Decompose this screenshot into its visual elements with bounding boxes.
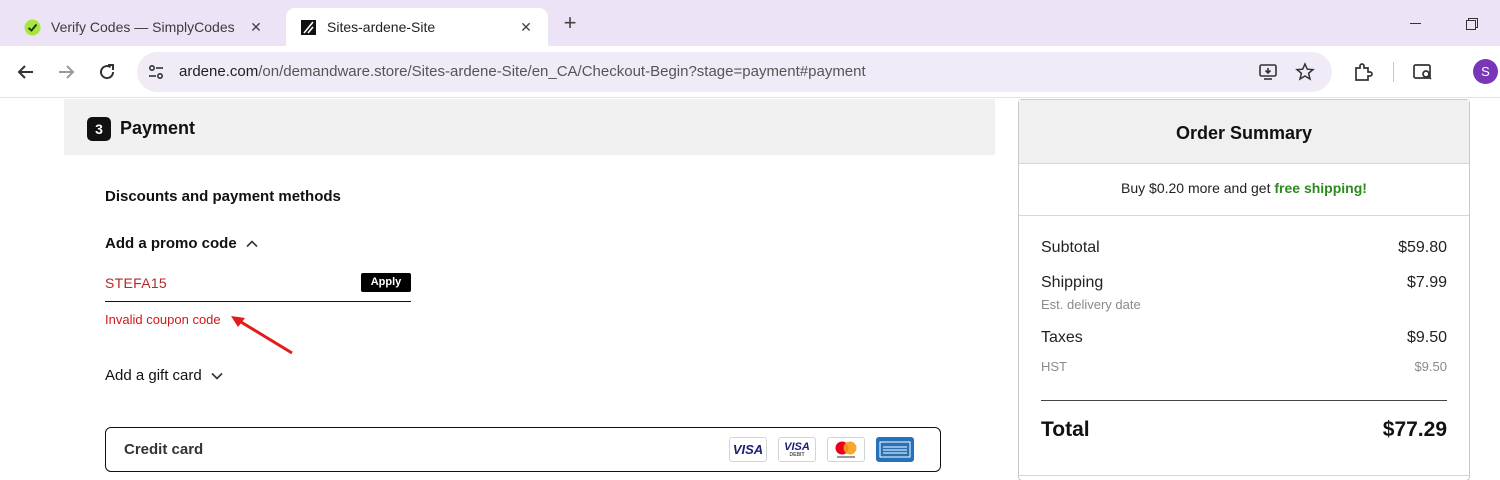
payment-step-header: 3 Payment	[64, 99, 995, 155]
promo-error-message: Invalid coupon code	[105, 312, 221, 327]
order-summary-header: Order Summary	[1019, 100, 1469, 164]
url-text: ardene.com/on/demandware.store/Sites-ard…	[179, 63, 866, 80]
gift-card-toggle[interactable]: Add a gift card	[105, 367, 224, 384]
ardene-icon	[300, 19, 317, 36]
gift-card-label: Add a gift card	[105, 367, 202, 384]
chevron-down-icon	[210, 369, 224, 383]
chevron-up-icon	[245, 237, 259, 251]
url-domain: ardene.com	[179, 63, 259, 80]
browser-tabstrip: Verify Codes — SimplyCodes ✕ Sites-arden…	[0, 0, 1500, 46]
red-arrow-annotation	[231, 316, 293, 355]
amex-logo	[876, 437, 914, 462]
subtotal-label: Subtotal	[1041, 239, 1100, 256]
total-divider	[1041, 400, 1447, 401]
toolbar-divider	[1393, 62, 1394, 82]
promo-code-value[interactable]: STEFA15	[105, 275, 167, 291]
free-shipping-prefix: Buy $0.20 more and get	[1121, 180, 1275, 196]
reload-icon[interactable]	[95, 60, 119, 84]
browser-toolbar: ardene.com/on/demandware.store/Sites-ard…	[0, 46, 1500, 98]
tab-ardene[interactable]: Sites-ardene-Site ✕	[286, 8, 548, 46]
forward-arrow-icon[interactable]	[54, 60, 78, 84]
promo-code-label: Add a promo code	[105, 235, 237, 252]
simplycodes-icon	[24, 19, 41, 36]
tab-title: Sites-ardene-Site	[327, 19, 436, 35]
install-app-icon[interactable]	[1258, 62, 1278, 82]
promo-code-toggle[interactable]: Add a promo code	[105, 235, 259, 252]
shipping-value: $7.99	[1406, 274, 1447, 291]
step-number-badge: 3	[87, 117, 111, 141]
payment-method-label: Credit card	[124, 441, 204, 458]
order-summary-panel: Order Summary Buy $0.20 more and get fre…	[1018, 99, 1470, 480]
apply-promo-button[interactable]: Apply	[361, 273, 411, 292]
step-title: Payment	[120, 118, 196, 138]
close-tab-icon[interactable]: ✕	[248, 19, 264, 35]
site-info-icon[interactable]	[147, 63, 165, 81]
subtotal-value: $59.80	[1398, 239, 1447, 256]
total-value: $77.29	[1382, 418, 1447, 441]
taxes-label: Taxes	[1041, 329, 1083, 346]
shipping-label: Shipping	[1041, 274, 1104, 291]
total-label: Total	[1041, 418, 1090, 441]
visa-logo: VISA	[729, 437, 767, 462]
taxes-value: $9.50	[1406, 329, 1447, 346]
tab-title: Verify Codes — SimplyCodes	[51, 19, 235, 35]
hst-value: $9.50	[1414, 359, 1447, 374]
credit-card-option[interactable]: Credit card VISA VISA DEBIT	[105, 427, 941, 472]
visa-debit-logo: VISA DEBIT	[778, 437, 816, 462]
free-shipping-message: Buy $0.20 more and get free shipping!	[1019, 180, 1469, 196]
visa-debit-sub: DEBIT	[789, 452, 805, 458]
minimize-icon[interactable]	[1404, 12, 1428, 36]
summary-bottom-divider	[1019, 475, 1469, 476]
restore-window-icon[interactable]	[1460, 12, 1484, 36]
discounts-heading: Discounts and payment methods	[105, 188, 341, 205]
hst-label: HST	[1041, 359, 1067, 374]
free-shipping-highlight: free shipping!	[1274, 180, 1367, 196]
order-summary-title: Order Summary	[1175, 123, 1313, 143]
tab-search-icon[interactable]	[1411, 60, 1435, 84]
summary-divider	[1019, 215, 1469, 216]
bookmark-star-icon[interactable]	[1295, 62, 1315, 82]
profile-avatar[interactable]: S	[1473, 59, 1498, 84]
extensions-icon[interactable]	[1351, 60, 1375, 84]
tab-simplycodes[interactable]: Verify Codes — SimplyCodes ✕	[10, 8, 278, 46]
address-bar[interactable]: ardene.com/on/demandware.store/Sites-ard…	[137, 52, 1332, 92]
mastercard-logo	[827, 437, 865, 462]
url-path: /on/demandware.store/Sites-ardene-Site/e…	[258, 63, 866, 80]
promo-code-input[interactable]: STEFA15 Apply	[105, 267, 411, 302]
checkout-page: 3 Payment Discounts and payment methods …	[0, 99, 1500, 480]
back-arrow-icon[interactable]	[14, 60, 38, 84]
delivery-date-note: Est. delivery date	[1041, 297, 1141, 312]
new-tab-icon[interactable]: +	[558, 12, 582, 36]
close-tab-icon[interactable]: ✕	[518, 19, 534, 35]
